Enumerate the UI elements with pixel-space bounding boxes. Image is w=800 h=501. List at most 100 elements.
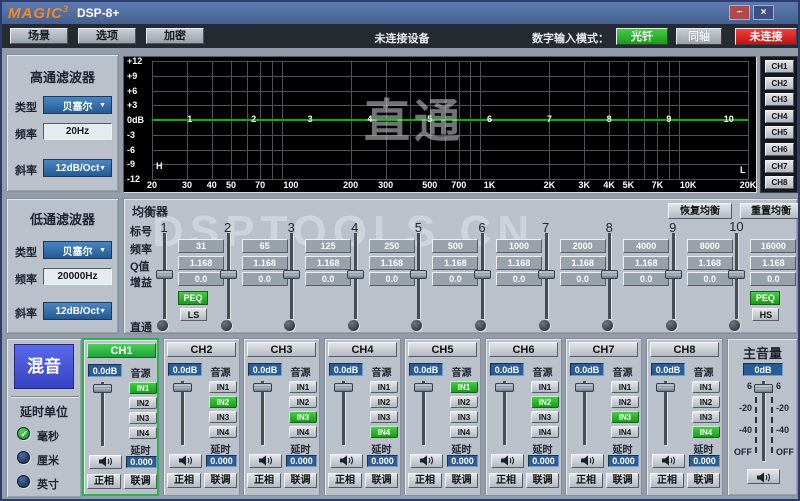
phase-button[interactable]: 正相 [408, 473, 442, 488]
eq-band-slider-handle[interactable] [346, 270, 364, 279]
eq-band-gain-value[interactable]: 0.0 [750, 272, 797, 286]
delay-value[interactable]: 0.000 [286, 455, 317, 467]
input-select-in4[interactable]: IN4 [129, 427, 157, 439]
channel-header-ch6[interactable]: CH6 [489, 342, 558, 357]
close-button[interactable]: × [753, 5, 774, 20]
eq-band-gain-value[interactable]: 0.0 [305, 272, 352, 286]
input-select-in2[interactable]: IN2 [692, 396, 720, 408]
eq-band-freq-value[interactable]: 16000 [750, 239, 797, 253]
input-select-in1[interactable]: IN1 [531, 381, 559, 393]
input-select-in2[interactable]: IN2 [611, 396, 639, 408]
eq-band-slider-handle[interactable] [537, 270, 555, 279]
channel-mute-button[interactable] [491, 454, 524, 468]
channel-gain-value[interactable]: 0.0dB [570, 363, 604, 376]
eq-band-gain-value[interactable]: 0.0 [368, 272, 415, 286]
eq-point[interactable]: 9 [663, 114, 675, 124]
eq-band-gain-value[interactable]: 0.0 [623, 272, 670, 286]
channel-header-ch2[interactable]: CH2 [167, 342, 236, 357]
eq-band-gain-value[interactable]: 0.0 [241, 272, 288, 286]
eq-band-bypass-dot[interactable] [475, 320, 486, 331]
eq-band-slider-handle[interactable] [601, 270, 619, 279]
input-select-in4[interactable]: IN4 [209, 426, 237, 438]
eq-band-slider-handle[interactable] [410, 270, 428, 279]
input-select-in4[interactable]: IN4 [692, 426, 720, 438]
eq-point[interactable]: 10 [723, 114, 735, 124]
eq-band-bypass-dot[interactable] [729, 320, 741, 331]
channel-mute-button[interactable] [169, 454, 202, 468]
eq-band-q-value[interactable]: 1.168 [686, 256, 733, 270]
delay-value[interactable]: 0.000 [528, 455, 559, 467]
input-select-in4[interactable]: IN4 [611, 426, 639, 438]
link-button[interactable]: 联调 [284, 473, 317, 488]
tab-ch5[interactable]: CH5 [765, 126, 794, 140]
channel-header-ch5[interactable]: CH5 [408, 342, 477, 357]
link-button[interactable]: 联调 [124, 474, 157, 489]
input-select-in2[interactable]: IN2 [531, 396, 559, 408]
channel-header-ch8[interactable]: CH8 [650, 342, 719, 357]
channel-fader-handle[interactable] [93, 384, 112, 393]
hpf-slope-dropdown[interactable]: 12dB/Oct ▼ [43, 159, 112, 177]
channel-header-ch4[interactable]: CH4 [328, 342, 397, 357]
channel-gain-value[interactable]: 0.0dB [490, 363, 524, 376]
eq-band-bypass-dot[interactable] [665, 320, 677, 331]
channel-fader-handle[interactable] [173, 383, 192, 392]
input-select-in2[interactable]: IN2 [289, 396, 317, 408]
phase-button[interactable]: 正相 [328, 473, 362, 488]
input-select-in1[interactable]: IN1 [289, 381, 317, 393]
eq-band-freq-value[interactable]: 8000 [686, 239, 733, 253]
channel-fader-handle[interactable] [253, 383, 272, 392]
input-select-in3[interactable]: IN3 [450, 411, 478, 423]
eq-band10-peq-button[interactable]: PEQ [750, 291, 781, 305]
delay-value[interactable]: 0.000 [689, 455, 720, 467]
channel-mute-button[interactable] [410, 454, 443, 468]
delay-value[interactable]: 0.000 [206, 455, 237, 467]
input-select-in3[interactable]: IN3 [209, 411, 237, 423]
input-select-in3[interactable]: IN3 [611, 411, 639, 423]
phase-button[interactable]: 正相 [650, 473, 684, 488]
delay-value[interactable]: 0.000 [126, 456, 157, 468]
eq-band-bypass-dot[interactable] [284, 320, 296, 331]
minimize-button[interactable]: − [729, 5, 750, 20]
channel-mute-button[interactable] [571, 454, 604, 468]
input-select-in1[interactable]: IN1 [611, 381, 639, 393]
eq-band-freq-value[interactable]: 31 [178, 239, 224, 253]
tab-ch7[interactable]: CH7 [765, 159, 794, 173]
channel-fader-handle[interactable] [414, 383, 433, 392]
eq-band-bypass-dot[interactable] [602, 320, 614, 331]
input-select-in3[interactable]: IN3 [129, 412, 157, 424]
eq-band-gain-value[interactable]: 0.0 [178, 272, 224, 286]
phase-button[interactable]: 正相 [489, 473, 523, 488]
eq-point[interactable]: 8 [603, 114, 615, 124]
eq-band-q-value[interactable]: 1.168 [623, 256, 670, 270]
lpf-freq-input[interactable]: 20000Hz [43, 268, 112, 285]
eq-point[interactable]: 1 [184, 114, 196, 124]
channel-gain-value[interactable]: 0.0dB [329, 363, 363, 376]
tab-ch8[interactable]: CH8 [765, 176, 794, 190]
tab-ch2[interactable]: CH2 [765, 76, 794, 90]
hpf-freq-input[interactable]: 20Hz [43, 123, 112, 140]
eq-band-slider-handle[interactable] [664, 270, 682, 279]
eq-band-freq-value[interactable]: 65 [241, 239, 288, 253]
channel-gain-value[interactable]: 0.0dB [651, 363, 685, 376]
input-select-in2[interactable]: IN2 [129, 397, 157, 409]
channel-fader-handle[interactable] [575, 383, 594, 392]
tab-ch4[interactable]: CH4 [765, 109, 794, 123]
link-button[interactable]: 联调 [687, 473, 720, 488]
eq-band-q-value[interactable]: 1.168 [305, 256, 352, 270]
eq-band10-hs-button[interactable]: HS [752, 308, 780, 321]
mix-button[interactable]: 混音 [14, 344, 74, 389]
master-mute-button[interactable] [747, 469, 780, 484]
frequency-response-graph[interactable]: +12 +9 +6 +3 0dB -3 -6 -9 -12 20 30 40 50 70 100 200 300… [123, 56, 757, 193]
eq-band-bypass-dot[interactable] [538, 320, 550, 331]
link-button[interactable]: 联调 [445, 473, 478, 488]
channel-header-ch1[interactable]: CH1 [87, 343, 156, 358]
eq-band1-peq-button[interactable]: PEQ [178, 291, 208, 305]
input-select-in4[interactable]: IN4 [289, 426, 317, 438]
eq-band-slider-handle[interactable] [283, 270, 301, 279]
coaxial-mode-button[interactable]: 同轴 [676, 28, 722, 45]
channel-gain-value[interactable]: 0.0dB [409, 363, 443, 376]
eq-point[interactable]: 7 [543, 114, 555, 124]
eq-band-q-value[interactable]: 1.168 [750, 256, 797, 270]
master-fader-handle[interactable] [754, 384, 773, 393]
eq-band-bypass-dot[interactable] [347, 320, 359, 331]
